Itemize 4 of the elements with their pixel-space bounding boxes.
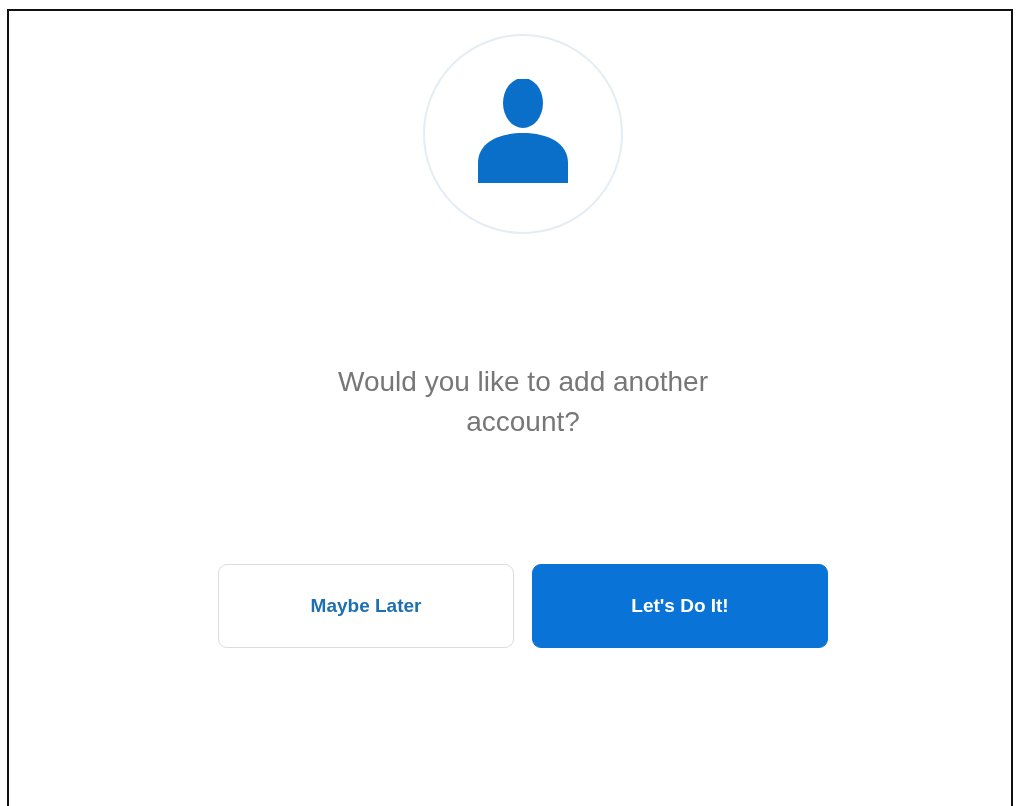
confirm-button[interactable]: Let's Do It! xyxy=(532,564,828,648)
later-button[interactable]: Maybe Later xyxy=(218,564,514,648)
prompt-text: Would you like to add another account? xyxy=(337,365,709,439)
person-icon xyxy=(478,79,568,183)
